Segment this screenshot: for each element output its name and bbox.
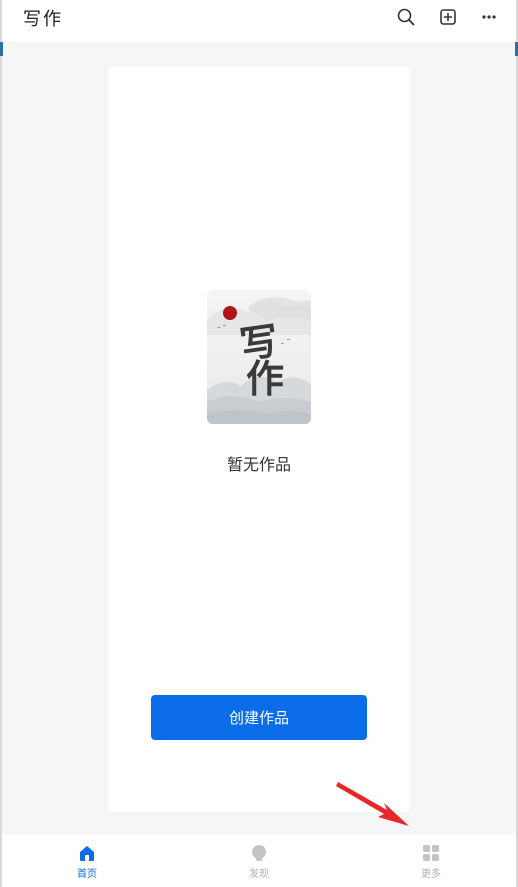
nav-item-discover[interactable]: 发现 — [214, 834, 304, 887]
ink-painting-image: 写 作 — [207, 297, 311, 424]
search-icon[interactable] — [395, 6, 417, 28]
nav-label-home: 首页 — [77, 869, 97, 880]
works-card: 写 作 暂无作品 创建作品 — [108, 66, 410, 812]
nav-item-home[interactable]: 首页 — [42, 834, 132, 887]
nav-label-discover: 发现 — [249, 869, 269, 880]
add-square-icon[interactable] — [437, 6, 459, 28]
nav-label-more: 更多 — [421, 869, 441, 880]
window-edge-accent-left — [0, 42, 3, 56]
bottom-nav: 首页 发现 更多 — [2, 834, 516, 887]
empty-illustration: 写 作 — [207, 290, 311, 424]
page-title: 写作 — [23, 9, 63, 30]
window-edge-left — [0, 0, 2, 887]
grid-icon — [422, 844, 440, 862]
home-icon — [78, 844, 96, 862]
empty-state-text: 暂无作品 — [226, 455, 291, 474]
nav-item-more[interactable]: 更多 — [386, 834, 476, 887]
app-header: 写作 — [2, 0, 516, 42]
more-icon[interactable] — [478, 6, 500, 28]
create-work-button[interactable]: 创建作品 — [151, 695, 367, 740]
svg-text:作: 作 — [246, 356, 284, 401]
discover-icon — [250, 844, 268, 862]
